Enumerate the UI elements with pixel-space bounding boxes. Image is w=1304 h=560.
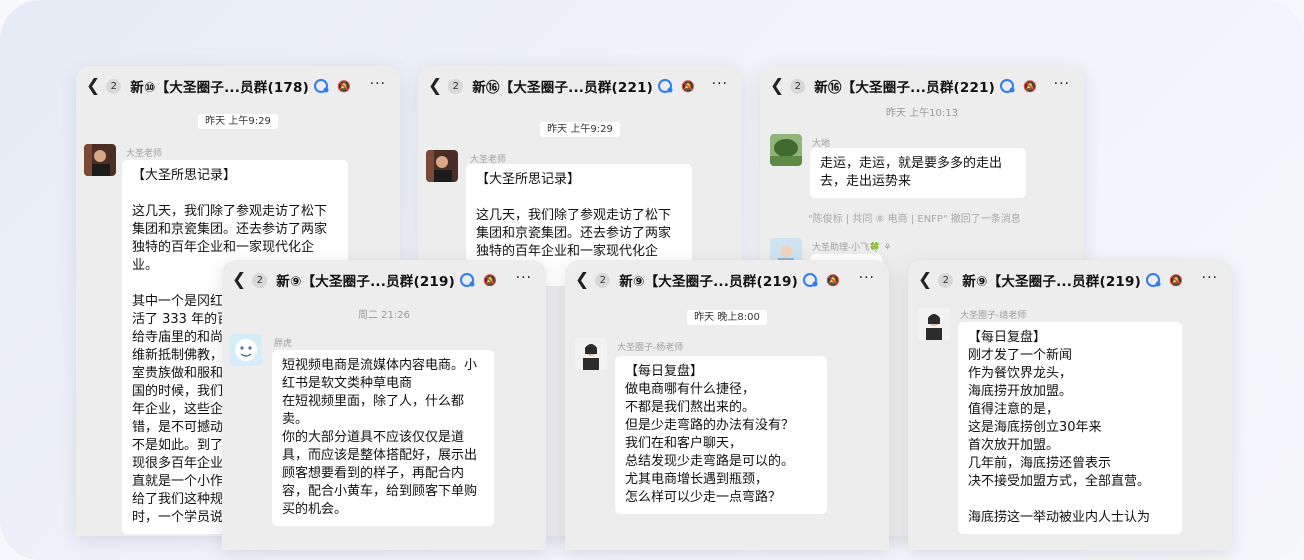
- qq-bubble-icon[interactable]: [1145, 272, 1163, 288]
- chat-panel-6: ❮ 2 新⑨【大圣圈子...员群(219) 🔕 ··· 大圣圈子-靖老师 【每日…: [908, 260, 1232, 550]
- message-bubble[interactable]: 【每日复盘】 做电商哪有什么捷径， 不都是我们熬出来的。 但是少走弯路的办法有没…: [615, 356, 827, 514]
- sender-name: 胖虎: [274, 339, 293, 349]
- back-chevron-icon[interactable]: ❮: [918, 270, 932, 290]
- qq-bubble-icon[interactable]: [657, 78, 675, 94]
- more-options-icon[interactable]: ···: [516, 270, 532, 286]
- qq-bubble-icon[interactable]: [459, 272, 477, 288]
- unread-count-badge: 2: [448, 78, 464, 94]
- mute-bell-icon[interactable]: 🔕: [1169, 274, 1183, 287]
- back-chevron-icon[interactable]: ❮: [770, 76, 784, 96]
- unread-count-badge: 2: [252, 272, 268, 288]
- chat-header: ❮ 2 新⑩【大圣圈子...员群(178) 🔕 ···: [76, 66, 400, 106]
- mute-bell-icon[interactable]: 🔕: [826, 274, 840, 287]
- chat-header: ❮ 2 新⑨【大圣圈子...员群(219) 🔕 ···: [222, 260, 546, 300]
- chat-header: ❮ 2 新⑯【大圣圈子...员群(221) 🔕 ···: [418, 66, 742, 106]
- sender-name: 大圣圈子-靖老师: [960, 311, 1027, 321]
- chat-panel-4: ❮ 2 新⑨【大圣圈子...员群(219) 🔕 ··· 周二 21:26 胖虎 …: [222, 260, 546, 550]
- sender-avatar[interactable]: [230, 334, 262, 366]
- more-options-icon[interactable]: ···: [712, 76, 728, 92]
- unread-count-badge: 2: [790, 78, 806, 94]
- group-title: 新⑨【大圣圈子...员群(219): [962, 274, 1141, 290]
- message-timestamp: 昨天 上午9:29: [418, 120, 742, 137]
- chat-panel-5: ❮ 2 新⑨【大圣圈子...员群(219) 🔕 ··· 昨天 晚上8:00 大圣…: [565, 260, 889, 550]
- sender-avatar[interactable]: [918, 308, 950, 340]
- sender-avatar[interactable]: [575, 338, 607, 370]
- group-title: 新⑯【大圣圈子...员群(221): [472, 80, 654, 96]
- group-title: 新⑯【大圣圈子...员群(221): [814, 80, 996, 96]
- back-chevron-icon[interactable]: ❮: [575, 270, 589, 290]
- sender-avatar[interactable]: [770, 134, 802, 166]
- back-chevron-icon[interactable]: ❮: [232, 270, 246, 290]
- sender-avatar[interactable]: [426, 150, 458, 182]
- sender-avatar[interactable]: [84, 144, 116, 176]
- more-options-icon[interactable]: ···: [859, 270, 875, 286]
- unread-count-badge: 2: [595, 272, 611, 288]
- back-chevron-icon[interactable]: ❮: [86, 76, 100, 96]
- mute-bell-icon[interactable]: 🔕: [681, 80, 695, 93]
- unread-count-badge: 2: [938, 272, 954, 288]
- sender-name: 大圣助理-小飞🍀 ⚘: [812, 243, 892, 253]
- more-options-icon[interactable]: ···: [1202, 270, 1218, 286]
- more-options-icon[interactable]: ···: [1054, 76, 1070, 92]
- sender-name: 大圣老师: [126, 149, 163, 159]
- chat-header: ❮ 2 新⑯【大圣圈子...员群(221) 🔕 ···: [760, 66, 1084, 106]
- mute-bell-icon[interactable]: 🔕: [1023, 80, 1037, 93]
- unread-count-badge: 2: [106, 78, 122, 94]
- mute-bell-icon[interactable]: 🔕: [337, 80, 351, 93]
- chat-header: ❮ 2 新⑨【大圣圈子...员群(219) 🔕 ···: [565, 260, 889, 300]
- group-title: 新⑩【大圣圈子...员群(178): [130, 80, 309, 96]
- back-chevron-icon[interactable]: ❮: [428, 76, 442, 96]
- chat-header: ❮ 2 新⑨【大圣圈子...员群(219) 🔕 ···: [908, 260, 1232, 300]
- sender-name: 大圣圈子-杨老师: [617, 343, 684, 353]
- message-bubble[interactable]: 走运，走运，就是要多多的走出去，走出运势来: [810, 148, 1026, 198]
- more-options-icon[interactable]: ···: [370, 76, 386, 92]
- message-timestamp: 昨天 上午9:29: [76, 112, 400, 129]
- message-timestamp: 昨天 晚上8:00: [565, 308, 889, 325]
- message-bubble[interactable]: 【每日复盘】 刚才发了一个新闻 作为餐饮界龙头， 海底捞开放加盟。 值得注意的是…: [958, 322, 1182, 534]
- mute-bell-icon[interactable]: 🔕: [483, 274, 497, 287]
- message-timestamp: 周二 21:26: [358, 310, 410, 321]
- qq-bubble-icon[interactable]: [802, 272, 820, 288]
- qq-bubble-icon[interactable]: [999, 78, 1017, 94]
- qq-bubble-icon[interactable]: [313, 78, 331, 94]
- group-title: 新⑨【大圣圈子...员群(219): [276, 274, 455, 290]
- recall-notice: "陈俊标 | 共同 ⑧ 电商 | ENFP" 撤回了一条消息: [808, 214, 1021, 225]
- group-title: 新⑨【大圣圈子...员群(219): [619, 274, 798, 290]
- message-bubble[interactable]: 短视频电商是流媒体内容电商。小红书是软文类种草电商 在短视频里面，除了人，什么都…: [272, 350, 494, 526]
- message-timestamp: 昨天 上午10:13: [886, 108, 958, 119]
